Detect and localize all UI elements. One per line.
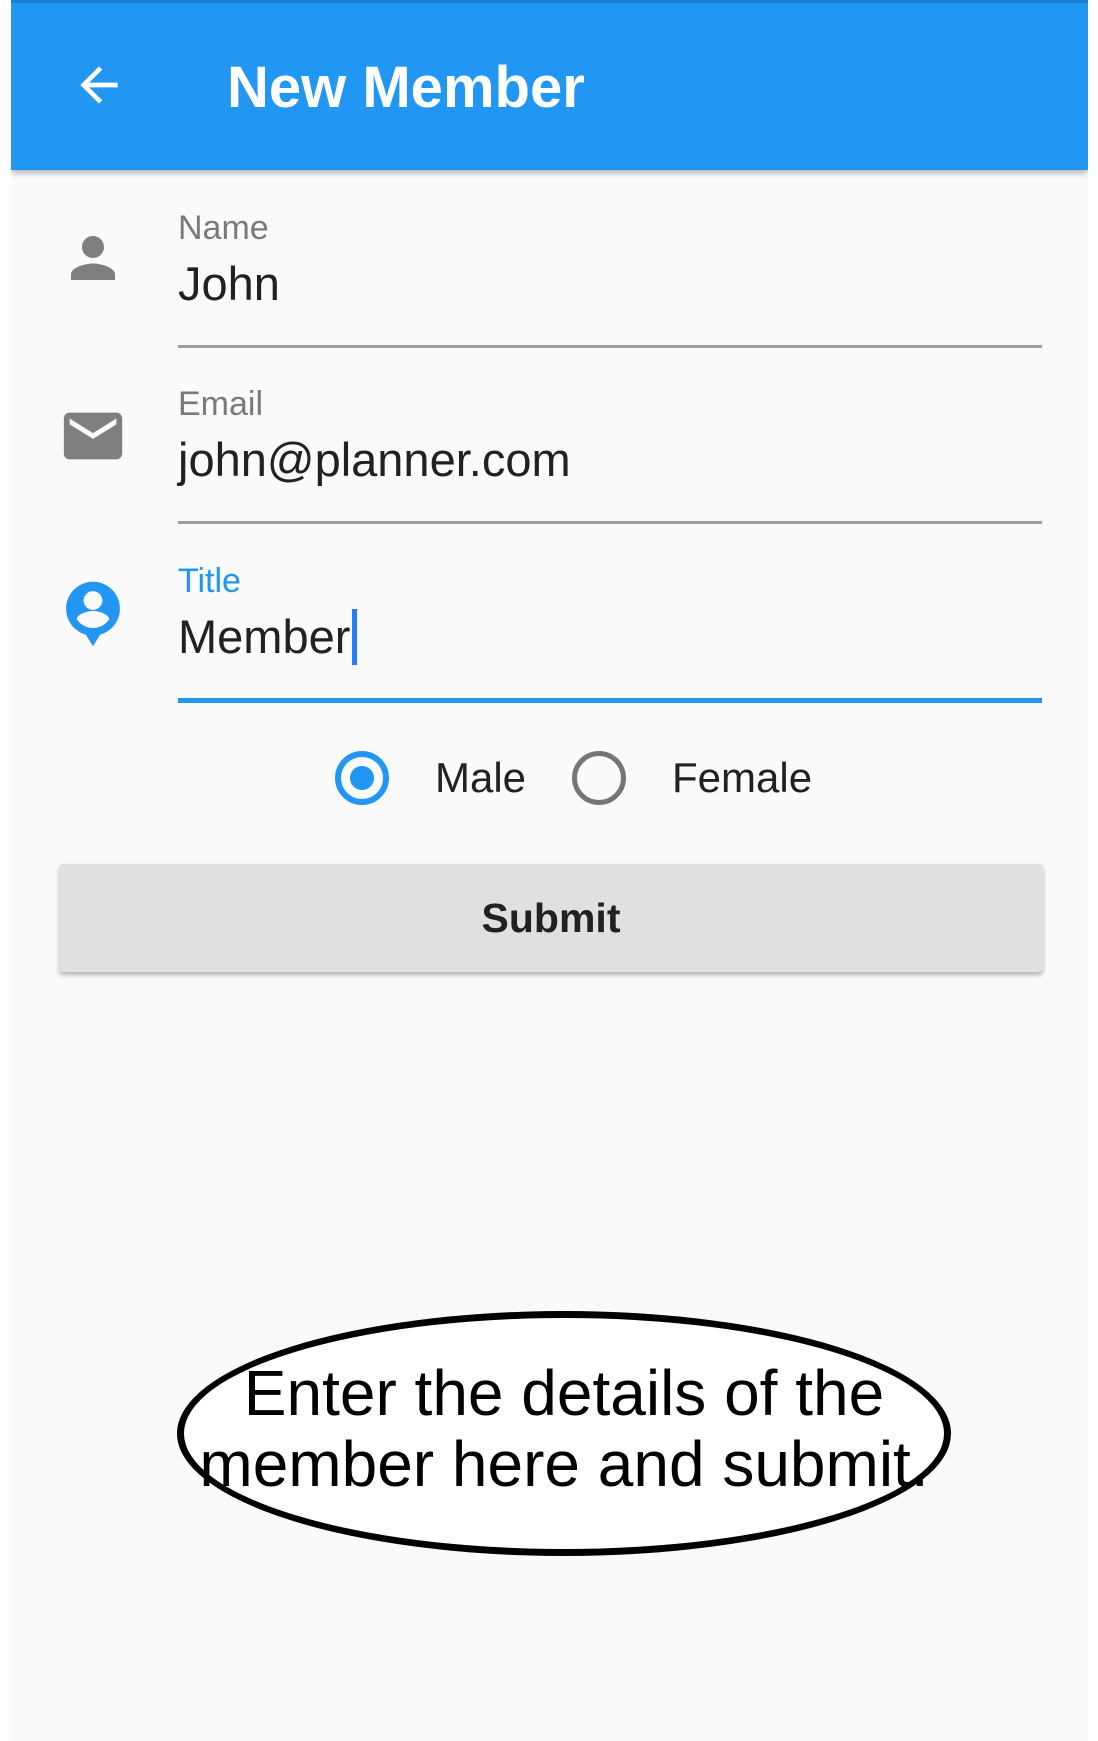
instruction-callout: Enter the details of the member here and… (177, 1311, 951, 1556)
gender-radio-group: Male Female (11, 742, 1088, 814)
page-title: New Member (227, 55, 585, 120)
back-button[interactable] (61, 47, 137, 123)
female-label[interactable]: Female (672, 751, 812, 805)
email-label: Email (178, 385, 264, 423)
name-field[interactable]: Name John (178, 200, 1042, 352)
text-caret (352, 609, 358, 665)
name-underline (178, 345, 1042, 348)
title-underline (178, 698, 1042, 703)
female-radio[interactable] (572, 751, 626, 805)
person-icon (57, 222, 129, 294)
submit-button[interactable]: Submit (59, 864, 1043, 972)
account-circle-icon (57, 578, 129, 650)
name-input[interactable]: John (178, 256, 280, 312)
male-label[interactable]: Male (435, 751, 526, 805)
mail-icon (57, 400, 129, 472)
email-field[interactable]: Email john@planner.com (178, 376, 1042, 528)
callout-line-2: member here and submit. (199, 1428, 929, 1500)
arrow-back-icon (80, 66, 118, 104)
title-label: Title (178, 562, 241, 600)
email-input[interactable]: john@planner.com (178, 432, 571, 488)
title-input-text: Member (178, 610, 351, 663)
email-underline (178, 521, 1042, 524)
male-radio[interactable] (335, 751, 389, 805)
callout-text: Enter the details of the member here and… (184, 1358, 944, 1500)
new-member-screen: New Member Name John Email john@planner.… (11, 0, 1088, 1741)
name-label: Name (178, 209, 269, 247)
title-input[interactable]: Member (178, 609, 358, 665)
app-bar: New Member (11, 0, 1088, 170)
callout-line-1: Enter the details of the (243, 1357, 885, 1429)
title-field[interactable]: Title Member (178, 553, 1042, 708)
